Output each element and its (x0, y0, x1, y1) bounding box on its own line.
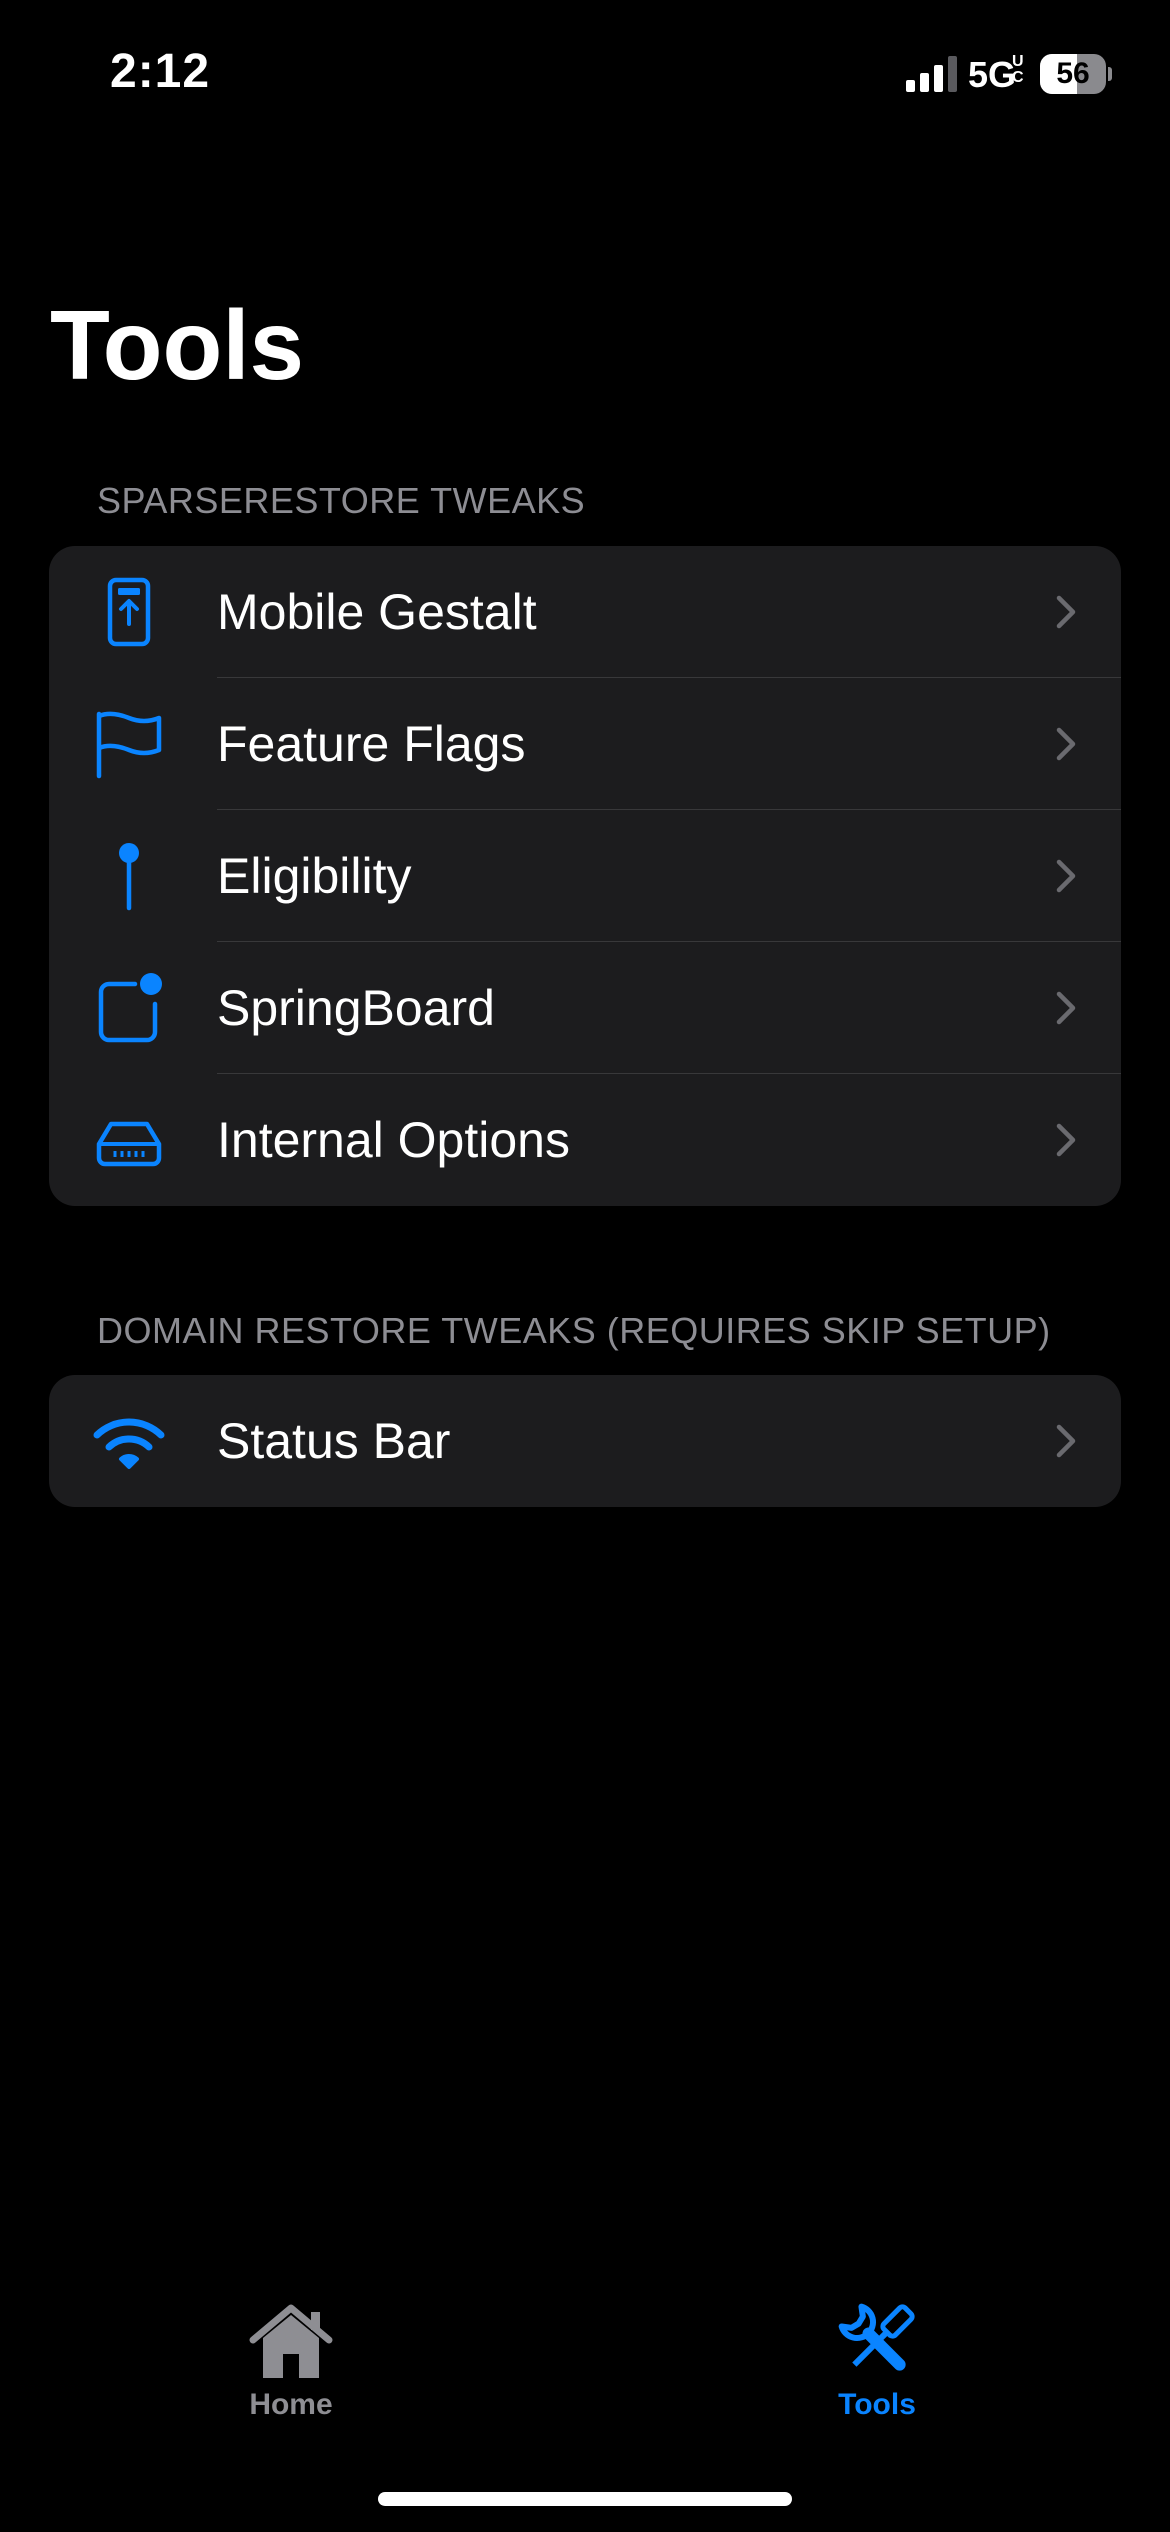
chevron-right-icon (1056, 595, 1076, 629)
drive-icon (96, 1121, 162, 1167)
row-status-bar[interactable]: Status Bar (49, 1375, 1121, 1507)
house-icon (249, 2304, 333, 2378)
network-suffix: UC (1012, 53, 1024, 86)
chevron-right-icon (1056, 727, 1076, 761)
section-header-sparserestore: SPARSERESTORE TWEAKS (97, 480, 586, 521)
phone-upload-icon (107, 577, 151, 647)
row-mobile-gestalt[interactable]: Mobile Gestalt (49, 546, 1121, 678)
row-label: Mobile Gestalt (217, 584, 537, 640)
row-label: Eligibility (217, 848, 412, 904)
home-indicator[interactable] (378, 2492, 792, 2506)
row-label: Status Bar (217, 1413, 451, 1469)
domain-restore-group: Status Bar (49, 1375, 1121, 1507)
battery-icon: 56 (1040, 54, 1112, 94)
chevron-right-icon (1056, 1424, 1076, 1458)
pin-icon (119, 843, 139, 911)
network-type: 5G (968, 54, 1017, 95)
row-eligibility[interactable]: Eligibility (49, 810, 1121, 942)
section-header-domain-restore: DOMAIN RESTORE TWEAKS (REQUIRES SKIP SET… (97, 1310, 1051, 1351)
row-label: Internal Options (217, 1112, 570, 1168)
row-label: Feature Flags (217, 716, 526, 772)
sparserestore-group: Mobile Gestalt Feature Flags Eligibility (49, 546, 1121, 1206)
wifi-icon (93, 1418, 165, 1469)
status-bar: 2:12 5G UC 56 (0, 0, 1170, 150)
battery-percent: 56 (1056, 57, 1090, 90)
page-title: Tools (50, 290, 305, 400)
cellular-signal-icon (906, 56, 957, 92)
row-springboard[interactable]: SpringBoard (49, 942, 1121, 1074)
chevron-right-icon (1056, 991, 1076, 1025)
app-badge-icon (98, 973, 162, 1043)
wrench-screwdriver-icon (838, 2303, 915, 2371)
chevron-right-icon (1056, 859, 1076, 893)
row-internal-options[interactable]: Internal Options (49, 1074, 1121, 1206)
chevron-right-icon (1056, 1123, 1076, 1157)
tab-home[interactable]: Home (171, 2302, 411, 2442)
row-feature-flags[interactable]: Feature Flags (49, 678, 1121, 810)
tab-tools[interactable]: Tools (757, 2302, 997, 2442)
status-time: 2:12 (110, 45, 211, 98)
tab-label: Home (249, 2388, 333, 2421)
tab-label: Tools (838, 2388, 916, 2421)
flag-icon (96, 711, 162, 779)
row-label: SpringBoard (217, 980, 495, 1036)
